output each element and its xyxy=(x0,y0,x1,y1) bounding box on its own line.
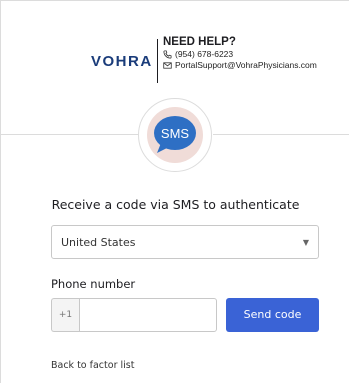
country-code-prefix: +1 xyxy=(51,298,79,332)
help-email[interactable]: PortalSupport@VohraPhysicians.com xyxy=(175,60,317,71)
country-select[interactable]: United States ▼ xyxy=(51,225,319,259)
send-code-button[interactable]: Send code xyxy=(226,298,319,332)
sms-chat-bubble-icon: SMS xyxy=(154,116,196,153)
factor-badge: SMS xyxy=(147,107,203,163)
auth-card: VOHRA NEED HELP? (954) 678-6223 PortalSu… xyxy=(0,0,349,383)
help-block: NEED HELP? (954) 678-6223 PortalSupport@… xyxy=(163,35,348,71)
envelope-icon xyxy=(163,62,172,69)
header: VOHRA NEED HELP? (954) 678-6223 PortalSu… xyxy=(1,1,349,101)
country-select-value: United States xyxy=(61,236,136,249)
chevron-down-icon: ▼ xyxy=(302,238,309,247)
phone-icon xyxy=(163,50,172,59)
help-email-line: PortalSupport@VohraPhysicians.com xyxy=(163,60,348,71)
badge-label: SMS xyxy=(161,126,190,141)
help-phone-line: (954) 678-6223 xyxy=(163,49,348,60)
phone-number-label: Phone number xyxy=(51,277,136,291)
vohra-logo: VOHRA xyxy=(91,53,153,70)
divider-left xyxy=(1,134,138,135)
header-divider xyxy=(157,39,158,83)
help-title: NEED HELP? xyxy=(163,36,236,48)
help-phone[interactable]: (954) 678-6223 xyxy=(175,49,233,60)
phone-number-input[interactable] xyxy=(79,298,217,332)
divider-right xyxy=(213,134,349,135)
back-to-factor-list-link[interactable]: Back to factor list xyxy=(51,360,134,371)
factor-title: Receive a code via SMS to authenticate xyxy=(51,197,300,212)
